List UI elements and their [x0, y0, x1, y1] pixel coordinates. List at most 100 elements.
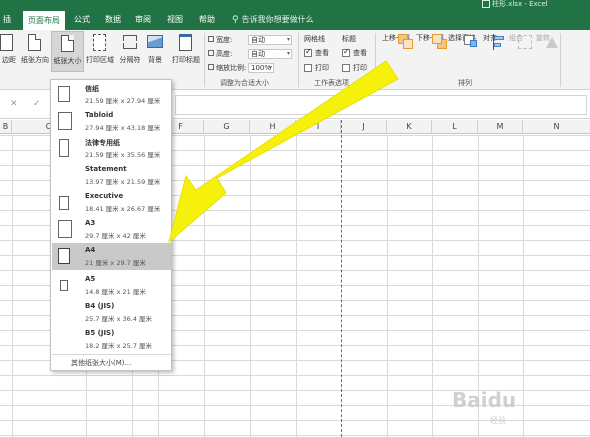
- margins-icon: [0, 33, 18, 53]
- column-header[interactable]: I: [296, 120, 341, 134]
- group-separator: [375, 33, 376, 87]
- formula-input[interactable]: [175, 95, 587, 115]
- print-headings-checkbox[interactable]: 打印: [342, 63, 367, 73]
- tab-page-layout[interactable]: 页面布局: [23, 11, 65, 30]
- view-headings-checkbox[interactable]: 查看: [342, 47, 367, 58]
- checkbox-unchecked[interactable]: [304, 64, 312, 72]
- group-separator: [560, 33, 561, 87]
- column-header[interactable]: M: [478, 120, 523, 134]
- tab-help[interactable]: 帮助: [194, 10, 220, 30]
- headings-header: 标题: [342, 35, 356, 43]
- bring-forward-button[interactable]: 上移一层: [379, 33, 413, 49]
- baidu-logo: Baidu: [452, 388, 517, 412]
- scale-label: 缩放比例:: [208, 63, 248, 73]
- fit-height-row: 高度: 自动: [208, 49, 292, 59]
- paper-size-a5[interactable]: A5 14.8 厘米 x 21 厘米: [52, 272, 171, 299]
- paper-size-icon: [59, 34, 77, 54]
- tell-me-box[interactable]: ⚲ 告诉我你想要做什么: [232, 10, 314, 30]
- watermark-subtitle: 经验: [490, 416, 506, 425]
- page-icon: [58, 86, 70, 102]
- excel-file-icon: [482, 0, 490, 8]
- scale-row: 缩放比例: 100%: [208, 63, 274, 73]
- paper-size-legal[interactable]: 法律专用纸 21.59 厘米 x 35.56 厘米: [52, 135, 171, 162]
- page-icon: [60, 280, 68, 291]
- paper-size-b5-jis[interactable]: B5 (JIS) 18.2 厘米 x 25.7 厘米: [52, 326, 171, 353]
- group-separator: [204, 33, 205, 87]
- window-title: 柱形.xlsx - Excel: [482, 0, 548, 10]
- scale-input[interactable]: 100%: [248, 63, 274, 73]
- baidu-watermark: Baidu 经验: [452, 388, 588, 428]
- print-area-icon: [91, 33, 109, 53]
- paper-size-executive[interactable]: Executive 18.41 厘米 x 26.67 厘米: [52, 189, 171, 216]
- paper-size-a4[interactable]: A4 21 厘米 x 29.7 厘米: [52, 243, 171, 270]
- checkbox-unchecked[interactable]: [342, 64, 350, 72]
- window-title-text: 柱形.xlsx - Excel: [492, 0, 548, 8]
- print-area-button[interactable]: 打印区域: [86, 33, 114, 65]
- paper-size-tabloid[interactable]: Tabloid 27.94 厘米 x 43.18 厘米: [52, 108, 171, 135]
- gridline: [432, 135, 433, 437]
- lightbulb-icon: ⚲: [232, 15, 239, 25]
- group-separator: [298, 33, 299, 87]
- fit-width-select[interactable]: 自动: [248, 35, 292, 45]
- height-label: 高度:: [208, 49, 248, 59]
- page-icon: [58, 220, 72, 238]
- background-image-icon: [146, 33, 164, 53]
- orientation-button[interactable]: 纸张方向: [20, 33, 50, 65]
- gridlines-header: 网格线: [304, 35, 325, 43]
- scale-to-fit-group-label: 调整为合适大小: [220, 79, 269, 87]
- ribbon-tab-bar: 柱形.xlsx - Excel 插入 页面布局 公式 数据 审阅 视图 帮助 ⚲…: [0, 0, 590, 44]
- fit-width-row: 宽度: 自动: [208, 35, 292, 45]
- tab-review[interactable]: 审阅: [130, 10, 156, 30]
- paper-size-dropdown: 信纸 21.59 厘米 x 27.94 厘米 Tabloid 27.94 厘米 …: [50, 79, 172, 371]
- page-break-line: [341, 120, 342, 437]
- print-gridlines-checkbox[interactable]: 打印: [304, 63, 329, 73]
- gridline: [204, 135, 205, 437]
- checkbox-checked[interactable]: [304, 47, 312, 57]
- align-button[interactable]: 对齐: [480, 33, 504, 50]
- group-button[interactable]: 组合: [506, 33, 532, 49]
- more-paper-sizes-item[interactable]: 其他纸张大小(M)...: [52, 354, 171, 370]
- gridline: [296, 135, 297, 437]
- column-header[interactable]: L: [432, 120, 478, 134]
- checkbox-checked[interactable]: [342, 47, 350, 57]
- tab-formulas[interactable]: 公式: [68, 10, 96, 30]
- rotate-button[interactable]: 旋转: [533, 33, 558, 48]
- paper-size-letter[interactable]: 信纸 21.59 厘米 x 27.94 厘米: [52, 81, 171, 108]
- paper-size-statement[interactable]: Statement 13.97 厘米 x 21.59 厘米: [52, 162, 171, 189]
- arrange-group-label: 排列: [458, 79, 472, 87]
- send-backward-button[interactable]: 下移一层: [413, 33, 447, 49]
- selection-pane-button[interactable]: 选择窗格: [446, 33, 478, 47]
- fit-height-select[interactable]: 自动: [248, 49, 292, 59]
- width-label: 宽度:: [208, 35, 248, 45]
- tell-me-text: 告诉我你想要做什么: [241, 15, 314, 24]
- view-gridlines-checkbox[interactable]: 查看: [304, 47, 329, 58]
- tab-data[interactable]: 数据: [101, 10, 125, 30]
- page-icon: [58, 112, 72, 130]
- column-header[interactable]: J: [341, 120, 387, 134]
- print-titles-button[interactable]: 打印标题: [170, 33, 202, 65]
- gridline: [387, 135, 388, 437]
- column-header[interactable]: G: [204, 120, 250, 134]
- enter-icon[interactable]: ✓: [33, 99, 41, 109]
- page-icon: [59, 139, 69, 157]
- column-header[interactable]: H: [250, 120, 296, 134]
- breaks-icon: [121, 33, 139, 53]
- gridline: [12, 135, 13, 437]
- paper-size-b4-jis[interactable]: B4 (JIS) 25.7 厘米 x 36.4 厘米: [52, 299, 171, 326]
- tab-view[interactable]: 视图: [162, 10, 188, 30]
- gridline: [250, 135, 251, 437]
- background-button[interactable]: 背景: [145, 33, 165, 65]
- column-header[interactable]: B: [0, 120, 12, 134]
- column-header[interactable]: K: [387, 120, 432, 134]
- margins-button[interactable]: 边距: [0, 33, 20, 65]
- paper-size-a3[interactable]: A3 29.7 厘米 x 42 厘米: [52, 216, 171, 243]
- page-icon: [59, 196, 69, 210]
- size-button[interactable]: 纸张大小: [51, 31, 84, 72]
- breaks-button[interactable]: 分隔符: [116, 33, 144, 65]
- cancel-icon[interactable]: ✕: [10, 99, 18, 109]
- column-header[interactable]: N: [523, 120, 590, 134]
- orientation-icon: [26, 33, 44, 53]
- tab-insert[interactable]: 插入: [0, 10, 14, 44]
- print-titles-icon: [177, 33, 195, 53]
- sheet-options-group-label: 工作表选项: [314, 79, 349, 87]
